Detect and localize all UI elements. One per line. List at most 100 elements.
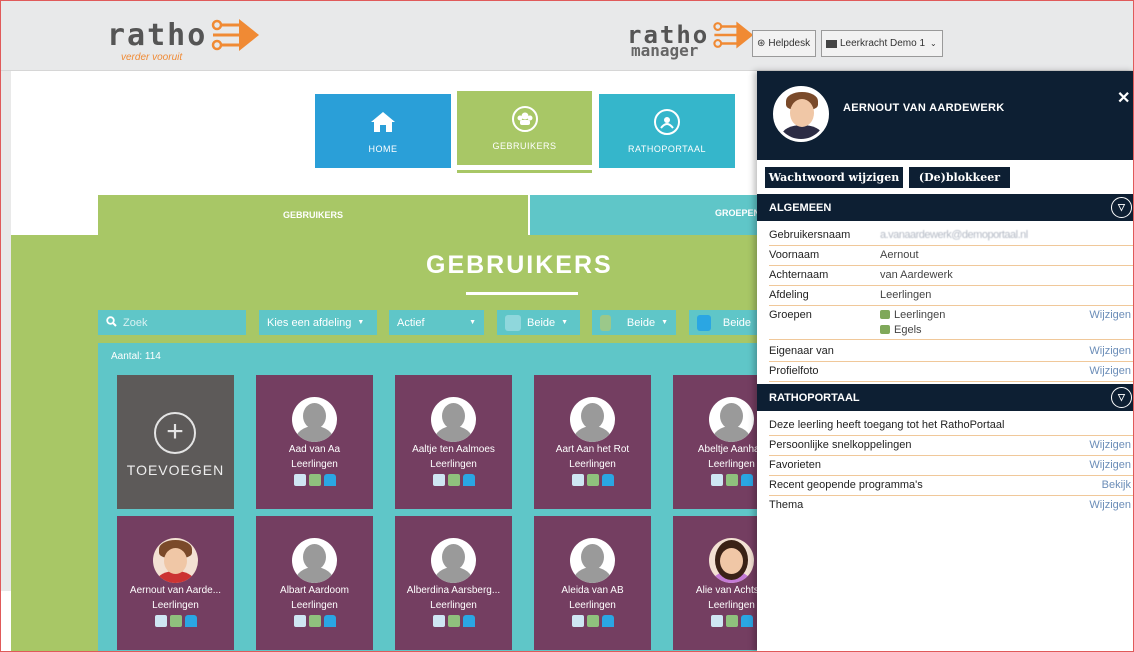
portal-icon <box>323 615 336 627</box>
row-label: Eigenaar van <box>769 345 834 357</box>
logo-circuit-icon <box>212 19 260 51</box>
default-avatar-icon <box>709 397 754 442</box>
add-user-label: TOEVOEGEN <box>126 462 225 478</box>
caret-down-icon: ▼ <box>357 319 365 326</box>
left-gutter <box>1 71 11 591</box>
tile-home[interactable]: HOME <box>315 94 451 168</box>
snelkoppelingen-wijzigen-link[interactable]: Wijzigen <box>1089 439 1131 451</box>
user-card[interactable]: Aleida van AB Leerlingen <box>534 516 651 650</box>
row-label: Recent geopende programma's <box>769 479 923 491</box>
profielfoto-wijzigen-link[interactable]: Wijzigen <box>1089 365 1131 377</box>
row-profielfoto: Profielfoto Wijzigen <box>769 362 1133 382</box>
user-card-status-icons <box>256 474 373 486</box>
row-achternaam: Achternaam van Aardewerk <box>769 266 1133 286</box>
portal-icon <box>601 474 614 486</box>
section-algemeen[interactable]: ALGEMEEN ▽ <box>757 194 1133 221</box>
chevron-down-icon: ⌄ <box>930 39 937 48</box>
search-icon <box>106 315 117 330</box>
email-icon <box>293 615 306 627</box>
groepen-wijzigen-link[interactable]: Wijzigen <box>1089 309 1131 321</box>
email-filter-dropdown[interactable]: Beide ▼ <box>497 310 580 335</box>
user-card[interactable]: Aad van Aa Leerlingen <box>256 375 373 509</box>
row-voornaam: Voornaam Aernout <box>769 246 1133 266</box>
user-card-group: Leerlingen <box>291 459 338 470</box>
tile-rathoportaal[interactable]: RATHOPORTAAL <box>599 94 735 168</box>
id-card-icon <box>826 39 837 48</box>
active-tile-underline <box>457 170 592 173</box>
row-label: Gebruikersnaam <box>769 229 851 241</box>
user-dropdown[interactable]: Leerkracht Demo 1 ⌄ <box>821 30 943 57</box>
search-input[interactable]: Zoek <box>98 310 246 335</box>
graduate-icon <box>586 474 599 486</box>
portal-icon <box>184 615 197 627</box>
logo-word: ratho <box>107 17 208 53</box>
user-avatar <box>773 86 829 142</box>
row-label: Achternaam <box>769 269 829 281</box>
tile-gebruikers-label: GEBRUIKERS <box>492 141 557 151</box>
user-card-name: Aernout van Aarde... <box>129 585 222 596</box>
graduate-icon <box>308 474 321 486</box>
user-card-status-icons <box>534 615 651 627</box>
caret-down-icon: ▼ <box>561 319 569 326</box>
status-label: Actief <box>397 316 425 329</box>
title-underline <box>466 292 578 295</box>
afdeling-dropdown[interactable]: Kies een afdeling ▼ <box>259 310 377 335</box>
section-algemeen-label: ALGEMEEN <box>769 201 832 214</box>
caret-down-icon: ▼ <box>661 319 668 326</box>
user-card-group: Leerlingen <box>430 600 477 611</box>
ratho-manager-logo[interactable]: ratho manager <box>627 19 755 60</box>
tab-gebruikers[interactable]: GEBRUIKERS <box>98 195 528 235</box>
row-value: van Aardewerk <box>880 269 953 281</box>
portal-filter-dropdown[interactable]: Beide <box>689 310 759 335</box>
helpdesk-label: Helpdesk <box>768 38 811 49</box>
collapse-icon[interactable]: ▽ <box>1111 387 1132 408</box>
section-rathoportaal-label: RATHOPORTAAL <box>769 391 860 404</box>
user-card[interactable]: Aart Aan het Rot Leerlingen <box>534 375 651 509</box>
graduate-filter-dropdown[interactable]: Beide ▼ <box>592 310 676 335</box>
user-card-status-icons <box>256 615 373 627</box>
manager-logo-sub: manager <box>631 41 699 60</box>
portal-filter-icon <box>697 314 711 331</box>
user-card[interactable]: Aaltje ten Aalmoes Leerlingen <box>395 375 512 509</box>
portal-icon <box>462 474 475 486</box>
helpdesk-button[interactable]: ⊛ Helpdesk <box>752 30 816 57</box>
row-label: Persoonlijke snelkoppelingen <box>769 439 912 451</box>
user-card[interactable]: Alberdina Aarsberg... Leerlingen <box>395 516 512 650</box>
row-label: Voornaam <box>769 249 820 261</box>
row-portal-access: Deze leerling heeft toegang tot het Rath… <box>769 416 1133 436</box>
eigenaar-wijzigen-link[interactable]: Wijzigen <box>1089 345 1131 357</box>
add-user-button[interactable]: + TOEVOEGEN <box>117 375 234 509</box>
tile-gebruikers[interactable]: GEBRUIKERS <box>457 91 592 165</box>
favorieten-wijzigen-link[interactable]: Wijzigen <box>1089 459 1131 471</box>
user-label: Leerkracht Demo 1 <box>840 38 926 49</box>
status-dropdown[interactable]: Actief ▼ <box>389 310 484 335</box>
row-value: Leerlingen <box>880 309 945 321</box>
ratho-logo[interactable]: ratho verder vooruit <box>107 17 261 63</box>
email-icon <box>154 615 167 627</box>
collapse-icon[interactable]: ▽ <box>1111 197 1132 218</box>
user-card-status-icons <box>117 615 234 627</box>
email-icon <box>432 474 445 486</box>
graduate-icon <box>447 474 460 486</box>
user-card-status-icons <box>395 615 512 627</box>
user-card-name: Aleida van AB <box>561 585 624 596</box>
email-icon <box>505 314 521 331</box>
change-password-button[interactable]: Wachtwoord wijzigen <box>765 167 903 188</box>
plus-icon: + <box>154 412 196 454</box>
recent-bekijk-link[interactable]: Bekijk <box>1102 479 1131 491</box>
group-icon <box>880 310 890 319</box>
user-card[interactable]: Albart Aardoom Leerlingen <box>256 516 373 650</box>
user-card-name: Aart Aan het Rot <box>555 444 630 455</box>
block-toggle-button[interactable]: (De)blokkeer <box>909 167 1010 188</box>
row-value: Leerlingen <box>880 289 932 301</box>
section-rathoportaal[interactable]: RATHOPORTAAL ▽ <box>757 384 1133 411</box>
user-card[interactable]: Aernout van Aarde... Leerlingen <box>117 516 234 650</box>
row-recent: Recent geopende programma's Bekijk <box>769 476 1133 496</box>
user-card-group: Leerlingen <box>430 459 477 470</box>
thema-wijzigen-link[interactable]: Wijzigen <box>1089 499 1131 511</box>
graduate-icon <box>725 474 738 486</box>
close-icon[interactable]: ✕ <box>1117 88 1130 108</box>
user-detail-panel: AERNOUT VAN AARDEWERK ✕ Wachtwoord wijzi… <box>757 71 1133 651</box>
default-avatar-icon <box>570 397 615 442</box>
portal-icon <box>601 615 614 627</box>
